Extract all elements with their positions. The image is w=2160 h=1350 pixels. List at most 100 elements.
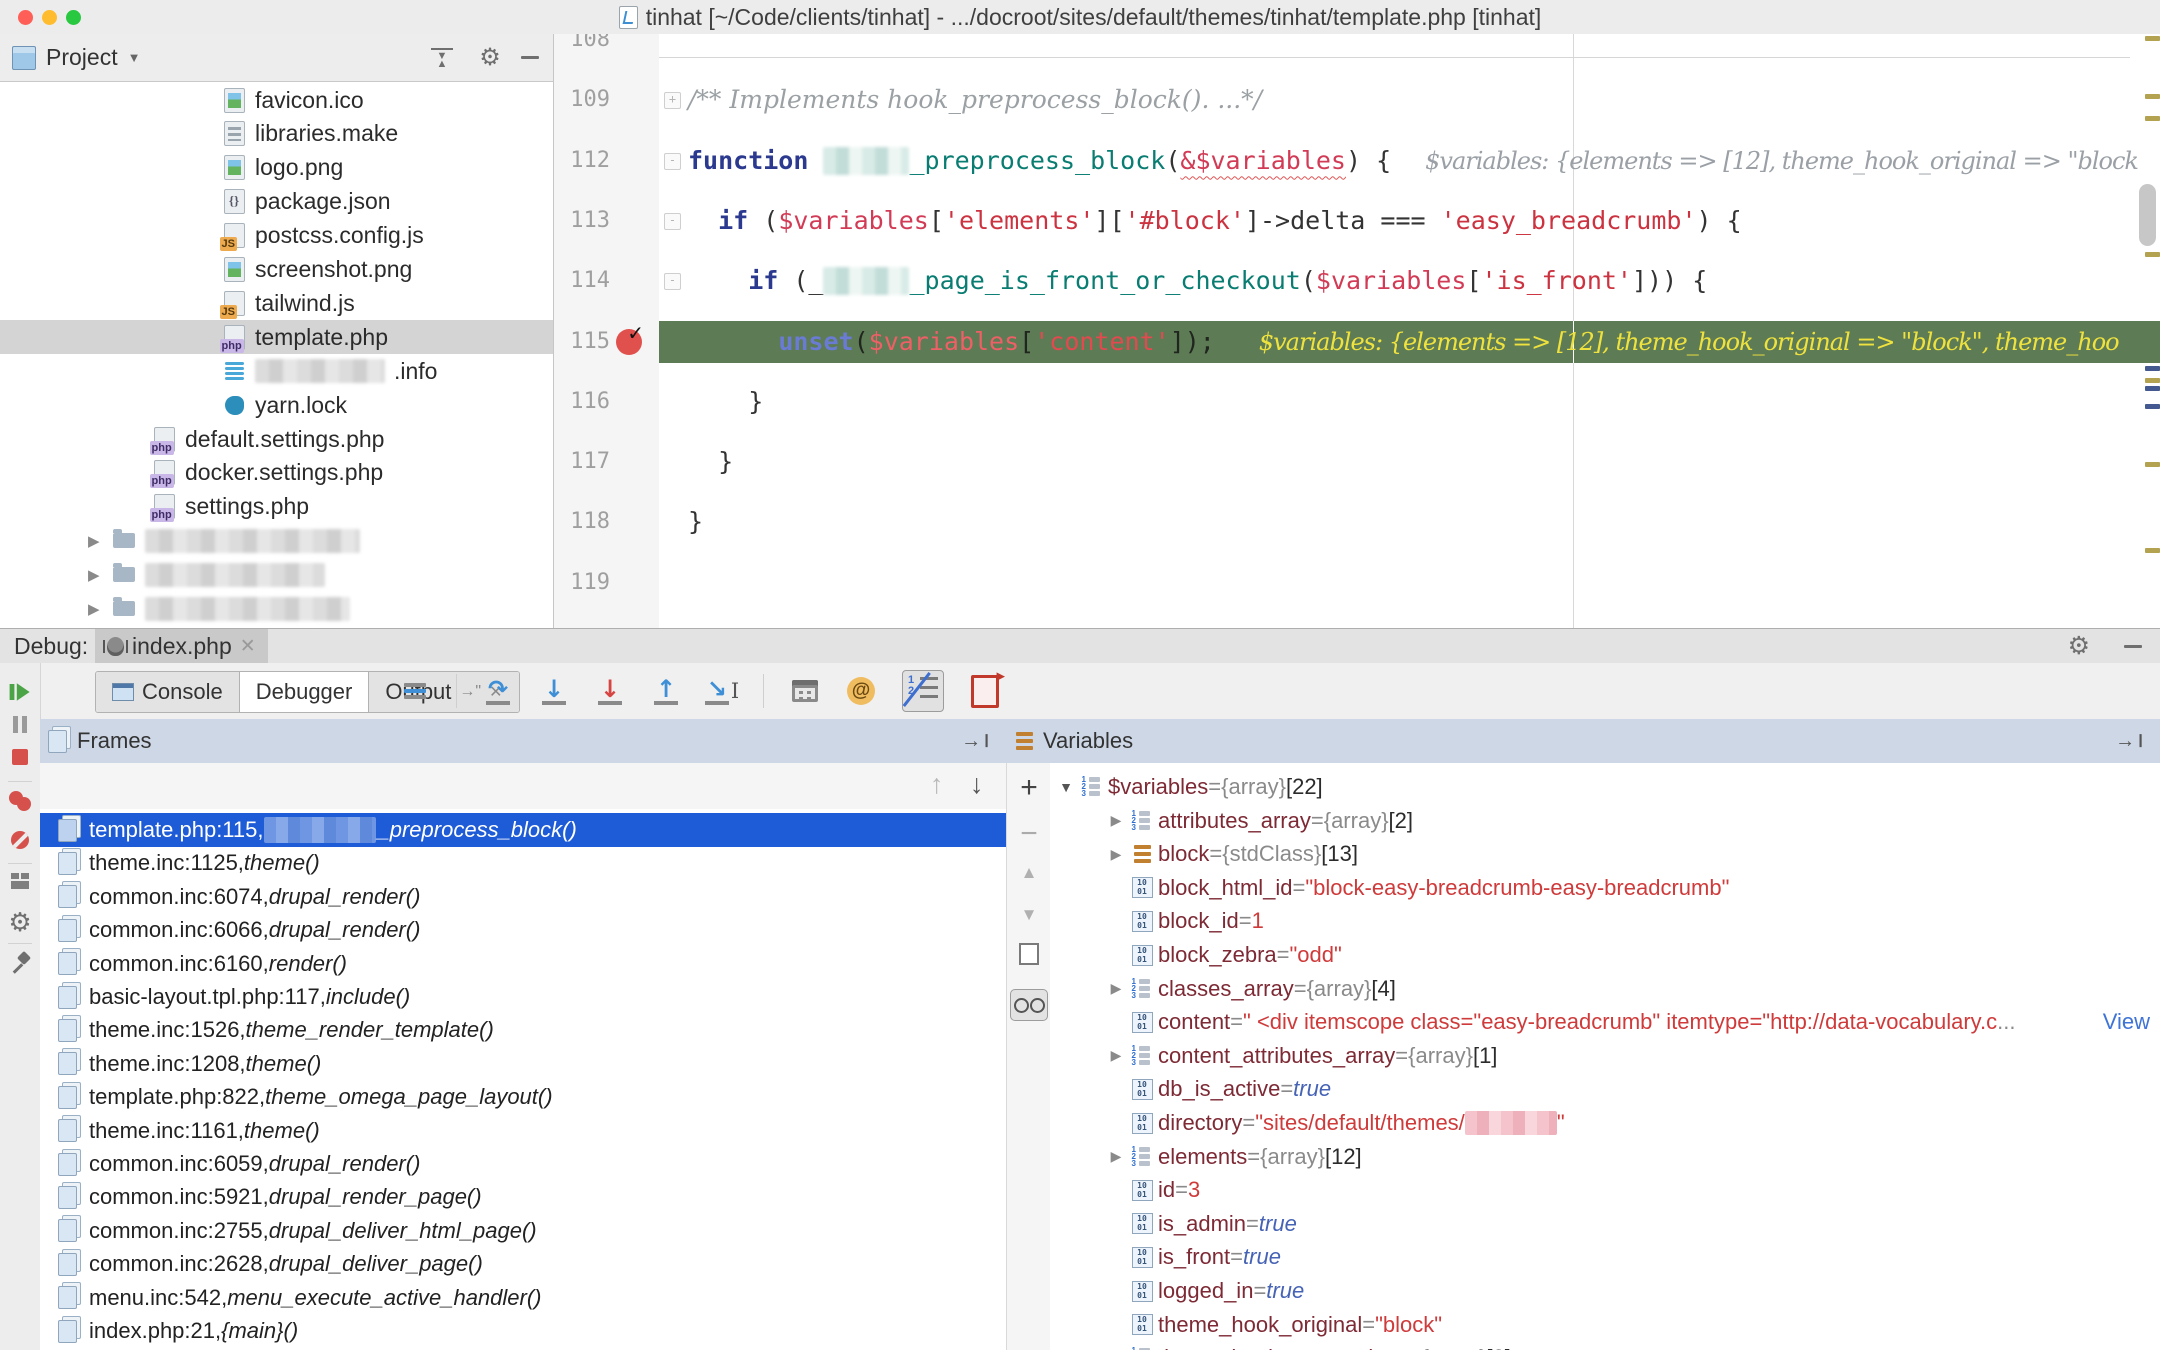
add-watch-plus-button[interactable]: +: [1007, 771, 1051, 805]
error-stripe-mark[interactable]: [2145, 252, 2160, 257]
stack-frame-row[interactable]: common.inc:6160, render(): [40, 947, 1006, 981]
toggle-inline-values-button[interactable]: 12: [902, 676, 944, 706]
variable-row-block_id[interactable]: 1001block_id = 1: [1050, 904, 2160, 938]
code-text[interactable]: unset($variables['content']);$variables:…: [688, 321, 2160, 363]
stack-frame-row[interactable]: common.inc:2628, drupal_deliver_page(): [40, 1247, 1006, 1281]
code-text[interactable]: [688, 34, 2160, 61]
stack-frame-row[interactable]: theme.inc:1125, theme(): [40, 846, 1006, 880]
sidebar-item-settings.php[interactable]: phpsettings.php: [0, 490, 553, 524]
code-line-112[interactable]: 112-function _preprocess_block(&$variabl…: [554, 140, 2160, 182]
stack-frame-row[interactable]: theme.inc:1161, theme(): [40, 1114, 1006, 1148]
stack-frame-row[interactable]: menu.inc:542, menu_execute_active_handle…: [40, 1281, 1006, 1315]
stack-frame-row[interactable]: theme.inc:1526, theme_render_template(): [40, 1013, 1006, 1047]
previous-frame-button[interactable]: ↑: [930, 769, 944, 800]
expand-icon[interactable]: ▶: [1106, 812, 1126, 829]
sidebar-item-template.php[interactable]: phptemplate.php: [0, 320, 553, 354]
duplicate-watch-button[interactable]: [1007, 943, 1051, 965]
step-over-button[interactable]: ↷: [483, 676, 513, 706]
rerun-button[interactable]: [0, 679, 40, 705]
move-up-button[interactable]: ▲: [1007, 863, 1051, 883]
project-settings-button[interactable]: ⚙: [475, 34, 505, 81]
chevron-right-icon[interactable]: ▶: [88, 532, 100, 550]
pin-tab-button[interactable]: [0, 953, 40, 971]
sidebar-item-.info[interactable]: .info: [0, 354, 553, 388]
expand-icon[interactable]: ▶: [1106, 1047, 1126, 1064]
sidebar-item-docker.settings.php[interactable]: phpdocker.settings.php: [0, 456, 553, 490]
hide-panel-button[interactable]: [515, 34, 545, 81]
tab-console[interactable]: Console: [96, 672, 240, 712]
stack-frame-row[interactable]: common.inc:2755, drupal_deliver_html_pag…: [40, 1214, 1006, 1248]
error-stripe-mark[interactable]: [2145, 548, 2160, 553]
sidebar-item-package.json[interactable]: {}package.json: [0, 185, 553, 219]
show-execution-point-button[interactable]: [400, 676, 430, 706]
code-text[interactable]: if ($variables['elements']['#block']->de…: [688, 200, 2160, 242]
restore-layout-button[interactable]: [0, 873, 40, 889]
code-line-116[interactable]: 116 }: [554, 381, 2160, 423]
fold-marker[interactable]: -: [664, 213, 681, 230]
mute-breakpoints-button[interactable]: [0, 831, 40, 849]
chevron-right-icon[interactable]: ▶: [88, 600, 100, 618]
pause-button[interactable]: [0, 716, 40, 738]
code-line-117[interactable]: 117 }: [554, 441, 2160, 483]
code-text[interactable]: }: [688, 501, 2160, 543]
sidebar-item-folder[interactable]: ▶: [0, 558, 553, 592]
variable-row-theme_hook_original[interactable]: 1001theme_hook_original = "block": [1050, 1308, 2160, 1342]
code-text[interactable]: if (__page_is_front_or_checkout($variabl…: [688, 260, 2160, 302]
code-line-119[interactable]: 119: [554, 562, 2160, 604]
variable-row-theme_hook_suggestions[interactable]: ▶123theme_hook_suggestions = {array} [2]: [1050, 1341, 2160, 1350]
variable-row-classes_array[interactable]: ▶123classes_array = {array} [4]: [1050, 972, 2160, 1006]
sidebar-item-tailwind.js[interactable]: JStailwind.js: [0, 286, 553, 320]
fold-marker[interactable]: +: [664, 92, 681, 109]
expand-icon[interactable]: ▶: [1106, 1148, 1126, 1165]
stack-frame-row[interactable]: template.php:822, theme_omega_page_layou…: [40, 1080, 1006, 1114]
restore-variables-view-icon[interactable]: →: [2115, 730, 2146, 753]
variable-row-attributes_array[interactable]: ▶123attributes_array = {array} [2]: [1050, 804, 2160, 838]
variable-row-content[interactable]: 1001content = " <div itemscope class="ea…: [1050, 1005, 2160, 1039]
tab-debugger[interactable]: Debugger: [240, 672, 370, 712]
variable-row-directory[interactable]: 1001directory = "sites/default/themes/": [1050, 1106, 2160, 1140]
run-to-cursor-button[interactable]: ↘: [707, 676, 737, 706]
code-text[interactable]: }: [688, 381, 2160, 423]
collapse-icon[interactable]: ▼: [1056, 779, 1076, 795]
settings-gear-button[interactable]: ⚙: [0, 907, 40, 938]
add-watch-button[interactable]: @: [846, 676, 876, 706]
debug-session-tab[interactable]: index.php ✕: [95, 629, 268, 663]
code-line-118[interactable]: 118}: [554, 501, 2160, 543]
sidebar-item-postcss.config.js[interactable]: JSpostcss.config.js: [0, 219, 553, 253]
variable-row-elements[interactable]: ▶123elements = {array} [12]: [1050, 1140, 2160, 1174]
code-line-113[interactable]: 113- if ($variables['elements']['#block'…: [554, 200, 2160, 242]
sidebar-item-folder[interactable]: ▶: [0, 592, 553, 626]
code-text[interactable]: }: [688, 441, 2160, 483]
variable-row-block[interactable]: ▶block = {stdClass} [13]: [1050, 837, 2160, 871]
copy-stack-button[interactable]: [970, 676, 1000, 706]
sidebar-item-favicon.ico[interactable]: favicon.ico: [0, 83, 553, 117]
move-down-button[interactable]: ▼: [1007, 905, 1051, 925]
expand-icon[interactable]: ▶: [1106, 980, 1126, 997]
evaluate-expression-button[interactable]: [790, 676, 820, 706]
stack-frame-row[interactable]: common.inc:5921, drupal_render_page(): [40, 1180, 1006, 1214]
sidebar-item-folder[interactable]: ▶: [0, 524, 553, 558]
stack-frame-row[interactable]: common.inc:6066, drupal_render(): [40, 913, 1006, 947]
code-text[interactable]: function _preprocess_block(&$variables) …: [688, 140, 2160, 182]
collapse-all-button[interactable]: ▼▲: [427, 34, 457, 81]
stack-frame-row[interactable]: index.php:21, {main}(): [40, 1314, 1006, 1348]
stack-frame-row[interactable]: template.php:115, _preprocess_block(): [40, 813, 1006, 847]
code-line-114[interactable]: 114- if (__page_is_front_or_checkout($va…: [554, 260, 2160, 302]
sidebar-item-logo.png[interactable]: logo.png: [0, 151, 553, 185]
variable-row-block_html_id[interactable]: 1001block_html_id = "block-easy-breadcru…: [1050, 871, 2160, 905]
remove-watch-minus-button[interactable]: −: [1007, 817, 1051, 851]
close-icon[interactable]: ✕: [240, 635, 256, 658]
variable-row-logged_in[interactable]: 1001logged_in = true: [1050, 1274, 2160, 1308]
hide-debug-panel-button[interactable]: [2124, 645, 2142, 648]
next-frame-button[interactable]: ↓: [970, 769, 984, 800]
variable-row-db_is_active[interactable]: 1001db_is_active = true: [1050, 1072, 2160, 1106]
sidebar-item-default.settings.php[interactable]: phpdefault.settings.php: [0, 422, 553, 456]
debug-settings-gear-button[interactable]: ⚙: [2068, 631, 2090, 661]
variable-row-content_attributes_array[interactable]: ▶123content_attributes_array = {array} […: [1050, 1039, 2160, 1073]
restore-frames-view-icon[interactable]: →: [961, 730, 992, 753]
code-line-109[interactable]: 109+/** Implements hook_preprocess_block…: [554, 79, 2160, 121]
variable-row-id[interactable]: 1001id = 3: [1050, 1173, 2160, 1207]
force-step-into-button[interactable]: ↓: [595, 676, 625, 706]
breakpoint-icon[interactable]: [616, 329, 642, 355]
expand-icon[interactable]: ▶: [1106, 846, 1126, 863]
